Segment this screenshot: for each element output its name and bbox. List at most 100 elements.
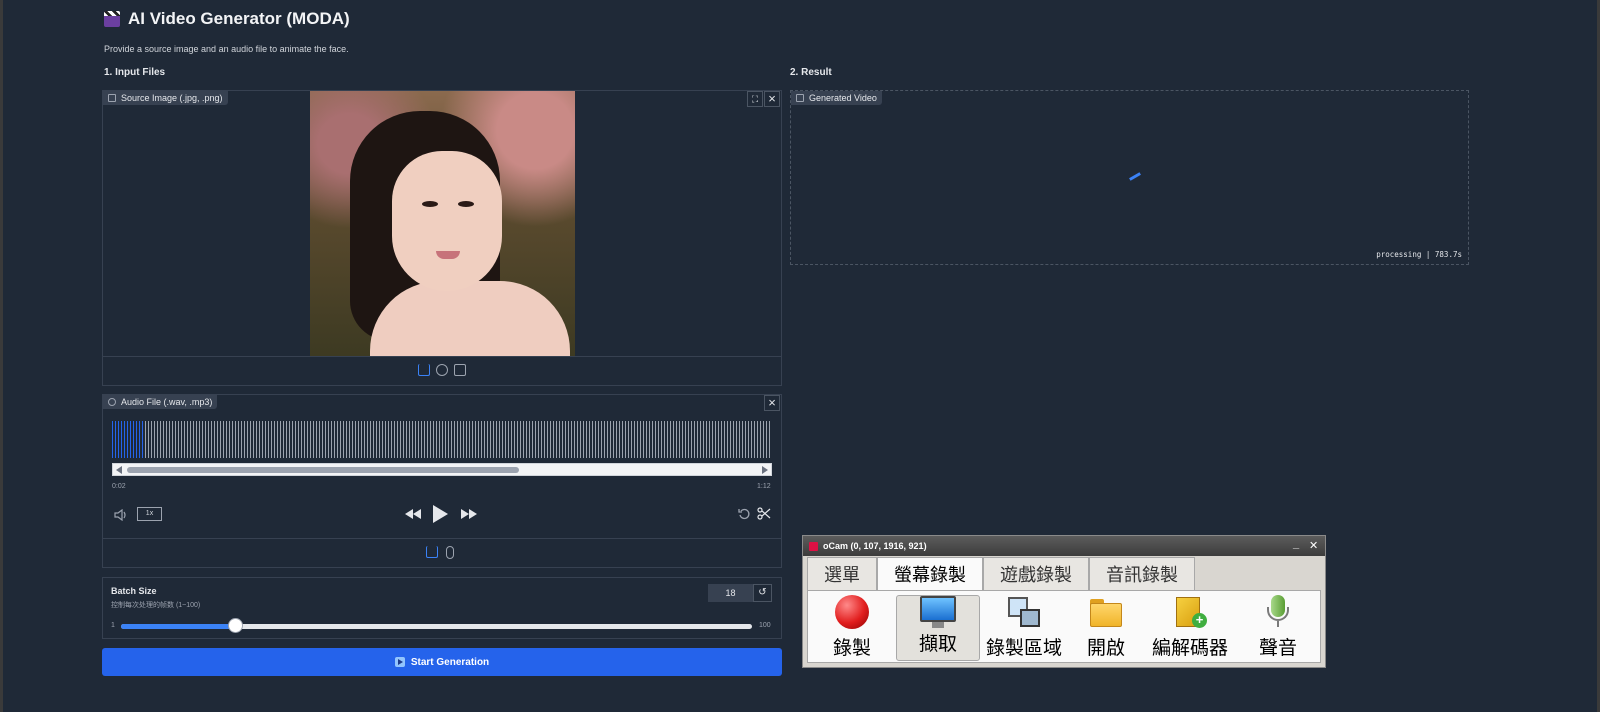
waveform-bar [325, 421, 326, 458]
scroll-left-icon[interactable] [116, 466, 122, 474]
waveform-bar [760, 421, 761, 458]
generated-video-label: Generated Video [791, 91, 882, 105]
close-button[interactable]: ✕ [1309, 539, 1318, 552]
tab-audio-record[interactable]: 音訊錄製 [1089, 557, 1195, 590]
waveform-bar [712, 421, 713, 458]
clipboard-icon[interactable] [454, 364, 466, 376]
audio-waveform[interactable] [112, 421, 772, 458]
waveform-bar [247, 421, 248, 458]
waveform-bar [586, 421, 587, 458]
waveform-bar [541, 421, 542, 458]
tab-game-record[interactable]: 遊戲錄製 [983, 557, 1089, 590]
upload-icon[interactable] [418, 364, 430, 376]
waveform-bar [337, 421, 338, 458]
waveform-bar [466, 421, 467, 458]
waveform-bar [175, 421, 176, 458]
open-button[interactable]: 開啟 [1078, 591, 1134, 664]
tab-screen-record[interactable]: 螢幕錄製 [877, 557, 983, 590]
waveform-bar [715, 421, 716, 458]
audio-upload-icon[interactable] [426, 546, 438, 558]
waveform-bar [187, 421, 188, 458]
tab-menu[interactable]: 選單 [807, 557, 877, 590]
playback-rate-button[interactable]: 1x [137, 507, 162, 521]
batch-size-panel [102, 577, 782, 639]
current-time: 0:02 [112, 483, 126, 490]
sound-button[interactable]: 聲音 [1248, 591, 1308, 664]
play-button[interactable] [433, 505, 448, 523]
image-toolbar-divider [102, 356, 782, 357]
waveform-bar [658, 421, 659, 458]
left-window-edge [0, 0, 3, 712]
scroll-right-icon[interactable] [762, 466, 768, 474]
waveform-bar [544, 421, 545, 458]
record-region-button[interactable]: 錄製區域 [984, 591, 1064, 664]
waveform-bar [697, 421, 698, 458]
video-icon [796, 94, 804, 102]
waveform-bar [250, 421, 251, 458]
waveform-bar [346, 421, 347, 458]
batch-size-slider[interactable] [121, 624, 752, 629]
waveform-bar [487, 421, 488, 458]
waveform-bar [280, 421, 281, 458]
waveform-bar [490, 421, 491, 458]
waveform-bar [751, 421, 752, 458]
clear-image-button[interactable]: × [764, 91, 780, 107]
rewind-button[interactable] [405, 509, 421, 519]
waveform-bar [265, 421, 266, 458]
waveform-bar [610, 421, 611, 458]
batch-size-input[interactable]: 18 [708, 584, 753, 602]
waveform-bar [400, 421, 401, 458]
capture-button[interactable]: 擷取 [896, 595, 980, 661]
waveform-bar [409, 421, 410, 458]
waveform-bar [742, 421, 743, 458]
input-section-title: 1. Input Files [104, 67, 166, 78]
waveform-bar [769, 421, 770, 458]
trim-button[interactable] [757, 507, 771, 520]
waveform-bar [520, 421, 521, 458]
scroll-thumb[interactable] [127, 467, 519, 473]
volume-icon[interactable] [114, 508, 128, 522]
waveform-bar [289, 421, 290, 458]
waveform-bar [427, 421, 428, 458]
forward-button[interactable] [461, 509, 477, 519]
codec-button[interactable]: + 編解碼器 [1148, 591, 1232, 664]
portrait-eye-right [458, 201, 474, 207]
ocam-titlebar[interactable]: oCam (0, 107, 1916, 921) _ ✕ [803, 536, 1325, 556]
waveform-bar [595, 421, 596, 458]
waveform-bar [256, 421, 257, 458]
waveform-bar [415, 421, 416, 458]
waveform-bar [499, 421, 500, 458]
music-note-icon [108, 398, 116, 406]
clear-audio-button[interactable]: × [764, 395, 780, 411]
waveform-bar [478, 421, 479, 458]
reset-button[interactable]: ↺ [753, 584, 772, 602]
slider-handle[interactable] [228, 619, 242, 632]
record-button[interactable]: 錄製 [822, 591, 882, 664]
waveform-bar [370, 421, 371, 458]
waveform-bar [472, 421, 473, 458]
waveform-bar [331, 421, 332, 458]
waveform-bar [538, 421, 539, 458]
waveform-bar [241, 421, 242, 458]
waveform-bar [391, 421, 392, 458]
waveform-bar [568, 421, 569, 458]
portrait-mouth [436, 251, 460, 259]
waveform-bar [706, 421, 707, 458]
waveform-bar [193, 421, 194, 458]
image-source-toolbar [418, 364, 466, 376]
microphone-icon[interactable] [446, 546, 454, 559]
codec-icon: + [1172, 595, 1208, 629]
waveform-bar [514, 421, 515, 458]
waveform-bar [661, 421, 662, 458]
waveform-bar [526, 421, 527, 458]
waveform-bar [733, 421, 734, 458]
start-generation-button[interactable]: Start Generation [102, 648, 782, 676]
waveform-bar [445, 421, 446, 458]
fullscreen-button[interactable]: ⛶ [747, 91, 763, 107]
webcam-icon[interactable] [436, 364, 448, 376]
minimize-button[interactable]: _ [1293, 538, 1299, 550]
waveform-bar [142, 421, 143, 458]
undo-button[interactable] [738, 507, 751, 520]
waveform-bar [754, 421, 755, 458]
waveform-scrollbar[interactable] [112, 463, 772, 476]
